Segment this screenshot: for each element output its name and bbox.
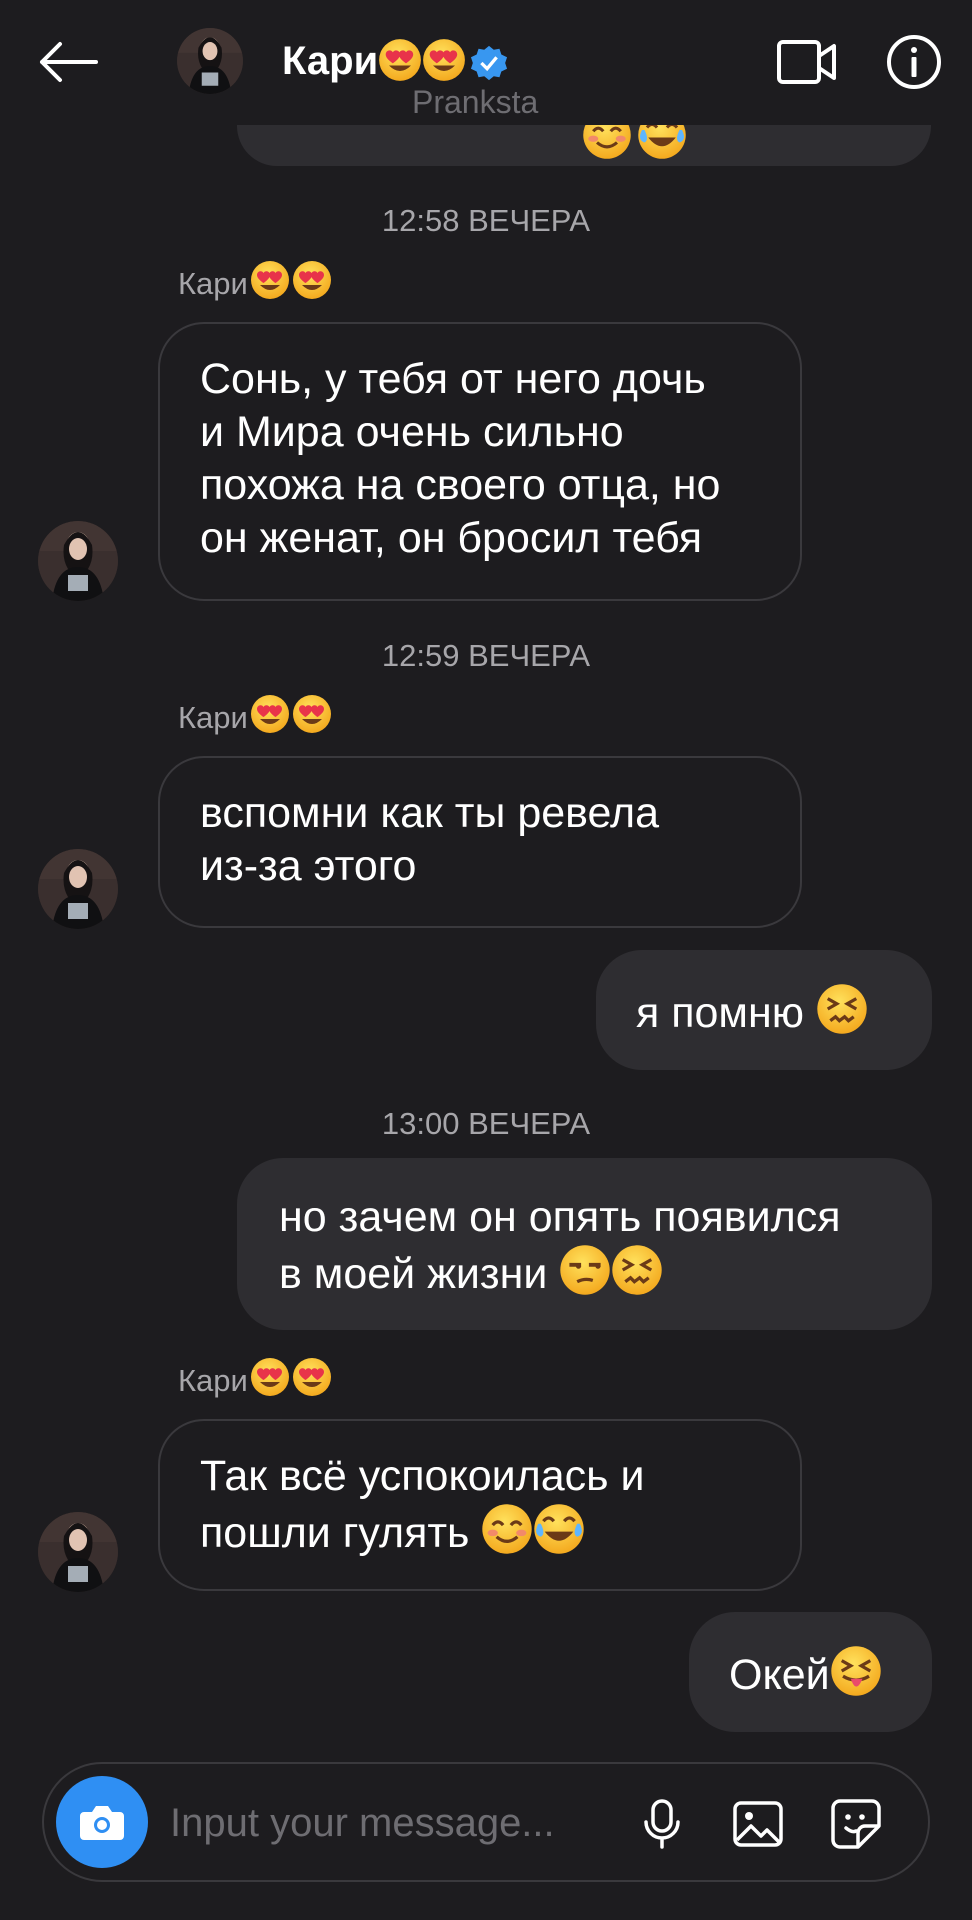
incoming-message-bubble[interactable]: Так всё успокоилась и пошли гулять xyxy=(158,1419,802,1591)
heart-eyes-emoji-icon xyxy=(250,1357,290,1397)
message-line: Так всё успокоилась и xyxy=(200,1452,645,1500)
outgoing-message-bubble[interactable]: Окей xyxy=(689,1612,932,1732)
message-text: Окей xyxy=(729,1645,882,1702)
message-text: но зачем он опять появился в моей жизни xyxy=(279,1191,840,1301)
message-line: из-за этого xyxy=(200,842,417,890)
message-line: в моей жизни xyxy=(279,1250,560,1298)
message-line: и Мира очень сильно xyxy=(200,408,624,456)
sticker-icon[interactable] xyxy=(830,1798,882,1850)
back-arrow-icon[interactable] xyxy=(38,40,98,84)
unamused-emoji-icon xyxy=(559,1244,611,1296)
microphone-icon[interactable] xyxy=(636,1798,688,1850)
sender-avatar[interactable] xyxy=(38,521,118,601)
message-line: он женат, он бросил тебя xyxy=(200,514,703,562)
message-text: я помню xyxy=(636,983,868,1040)
heart-eyes-emoji-icon xyxy=(250,260,290,300)
joy-emoji-icon xyxy=(533,1503,585,1555)
incoming-message-bubble[interactable]: вспомни как ты ревела из-за этого xyxy=(158,756,802,928)
heart-eyes-emoji-icon xyxy=(292,694,332,734)
contact-avatar[interactable] xyxy=(177,28,243,94)
confounded-emoji-icon xyxy=(611,1244,663,1296)
heart-eyes-emoji-icon xyxy=(250,694,290,734)
sender-name: Кари xyxy=(178,694,332,736)
sender-name: Кари xyxy=(178,1357,332,1399)
gallery-icon[interactable] xyxy=(732,1798,784,1850)
sender-name-text: Кари xyxy=(178,700,248,735)
heart-eyes-emoji-icon xyxy=(292,260,332,300)
sender-name-text: Кари xyxy=(178,1363,248,1398)
message-text: вспомни как ты ревела из-за этого xyxy=(200,787,659,893)
sender-name-text: Кари xyxy=(178,266,248,301)
contact-name[interactable]: Кари xyxy=(282,38,508,84)
sender-avatar[interactable] xyxy=(38,849,118,929)
outgoing-message-bubble[interactable]: я помню xyxy=(596,950,932,1070)
timestamp: 13:00 ВЕЧЕРА xyxy=(381,1106,591,1141)
message-text: Так всё успокоилась и пошли гулять xyxy=(200,1450,645,1560)
outgoing-message-bubble[interactable]: но зачем он опять появился в моей жизни xyxy=(237,1158,932,1330)
incoming-message-bubble[interactable]: Сонь, у тебя от него дочь и Мира очень с… xyxy=(158,322,802,601)
message-text: Сонь, у тебя от него дочь и Мира очень с… xyxy=(200,353,720,565)
message-line: Окей xyxy=(729,1651,830,1699)
heart-eyes-emoji-icon xyxy=(422,38,466,82)
message-line: я помню xyxy=(636,989,816,1037)
message-line: вспомни как ты ревела xyxy=(200,789,659,837)
info-icon[interactable] xyxy=(886,34,942,90)
message-composer xyxy=(42,1762,930,1882)
camera-icon xyxy=(80,1806,124,1840)
message-line: пошли гулять xyxy=(200,1509,482,1557)
contact-name-text: Кари xyxy=(282,39,379,83)
camera-button[interactable] xyxy=(56,1776,148,1868)
timestamp: 12:59 ВЕЧЕРА xyxy=(381,638,591,673)
confounded-emoji-icon xyxy=(816,983,868,1035)
verified-badge-icon xyxy=(471,46,508,81)
heart-eyes-emoji-icon xyxy=(292,1357,332,1397)
video-call-icon[interactable] xyxy=(776,36,838,88)
contact-username: Pranksta xyxy=(412,84,539,120)
sender-avatar[interactable] xyxy=(38,1512,118,1592)
timestamp: 12:58 ВЕЧЕРА xyxy=(381,203,591,238)
message-line: Сонь, у тебя от него дочь xyxy=(200,355,706,403)
smiling-emoji-icon xyxy=(481,1503,533,1555)
sender-name: Кари xyxy=(178,260,332,302)
message-input[interactable] xyxy=(168,1792,612,1854)
tongue-emoji-icon xyxy=(830,1645,882,1697)
message-line: похожа на своего отца, но xyxy=(200,461,721,509)
message-line: но зачем он опять появился xyxy=(279,1193,841,1241)
heart-eyes-emoji-icon xyxy=(378,38,422,82)
